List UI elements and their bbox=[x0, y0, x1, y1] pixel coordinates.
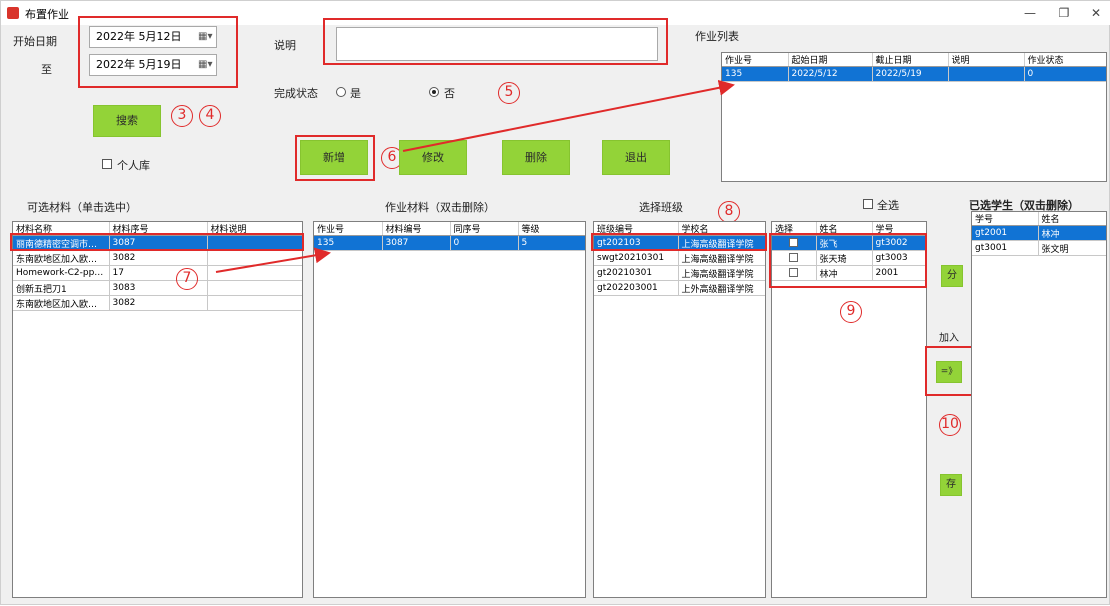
annotation-arrow-7 bbox=[215, 247, 331, 273]
annotation-arrows bbox=[215, 79, 735, 273]
assign-homework-window: 布置作业 — ❐ ✕ 开始日期 至 2022年 5月12日 ▦▾ 2022年 5… bbox=[0, 0, 1110, 605]
annotation-arrow-6 bbox=[402, 79, 735, 152]
